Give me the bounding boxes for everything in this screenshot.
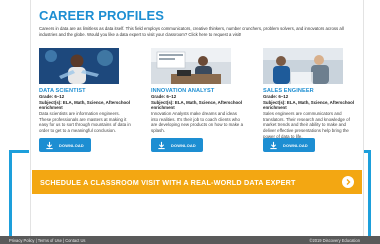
career-profiles-card: CAREER PROFILES Careers in data are as l… xyxy=(30,0,364,236)
profile-description: Innovation Analysts make dreams and idea… xyxy=(151,110,244,134)
profile-innovation-analyst: INNOVATION ANALYST Grade: 6–12 Subject(s… xyxy=(151,48,247,134)
intro-text: Careers in data are as limitless as data… xyxy=(39,26,344,38)
download-label: DOWNLOAD xyxy=(171,142,196,148)
footer: Privacy Policy | Terms of Use | Contact … xyxy=(0,236,380,244)
profile-description: Data scientists are information engineer… xyxy=(39,110,131,134)
innovation-analyst-photo xyxy=(151,48,231,84)
sales-engineer-photo xyxy=(263,48,343,84)
data-scientist-photo xyxy=(39,48,119,84)
profile-data-scientist: DATA SCIENTIST Grade: 6–12 Subject(s): E… xyxy=(39,48,135,134)
decorative-frame-line-right xyxy=(368,150,371,244)
profile-description: Sales engineers are communicators and tr… xyxy=(263,110,350,139)
profile-sales-engineer: SALES ENGINEER Grade: 6–12 Subject(s): E… xyxy=(263,48,359,140)
download-button-sales-engineer[interactable]: DOWNLOAD xyxy=(263,138,315,152)
decorative-frame-line-left-top xyxy=(9,150,29,153)
download-icon xyxy=(46,141,53,149)
download-label: DOWNLOAD xyxy=(283,142,308,148)
profile-subjects: Subject(s): ELA, Math, Science, Aftersch… xyxy=(151,99,243,111)
download-icon xyxy=(270,141,277,149)
download-button-innovation-analyst[interactable]: DOWNLOAD xyxy=(151,138,203,152)
profile-subjects: Subject(s): ELA, Math, Science, Aftersch… xyxy=(39,99,131,111)
footer-links[interactable]: Privacy Policy | Terms of Use | Contact … xyxy=(9,238,85,243)
schedule-visit-banner[interactable]: SCHEDULE A CLASSROOM VISIT WITH A REAL-W… xyxy=(32,170,362,194)
arrow-right-icon[interactable] xyxy=(342,176,354,188)
download-icon xyxy=(158,141,165,149)
banner-text: SCHEDULE A CLASSROOM VISIT WITH A REAL-W… xyxy=(40,177,296,187)
page-title: CAREER PROFILES xyxy=(39,8,165,23)
download-button-data-scientist[interactable]: DOWNLOAD xyxy=(39,138,91,152)
profile-subjects: Subject(s): ELA, Math, Science, Aftersch… xyxy=(263,99,355,111)
footer-copyright: ©2019 Discovery Education xyxy=(309,237,360,243)
decorative-frame-line-left xyxy=(9,150,12,244)
download-label: DOWNLOAD xyxy=(59,142,84,148)
